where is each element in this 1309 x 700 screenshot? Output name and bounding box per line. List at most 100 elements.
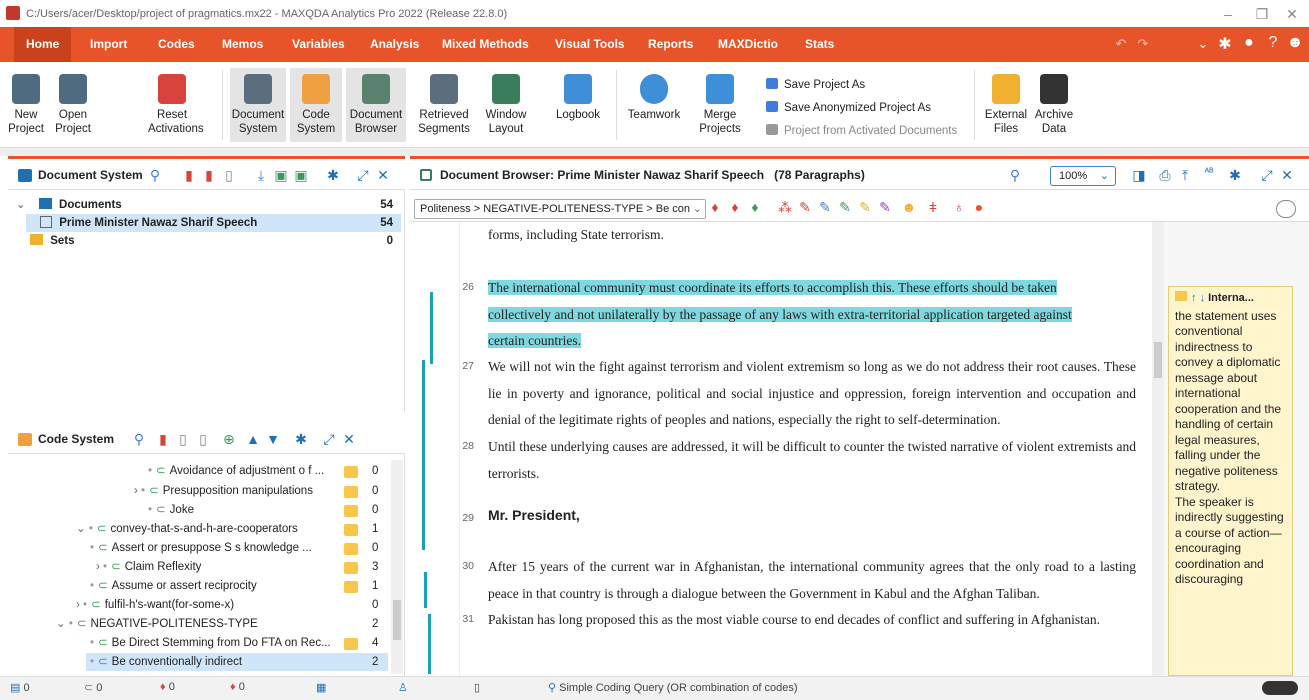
undock-icon[interactable]: ⤢ xyxy=(354,167,372,184)
file-icon[interactable]: ▯ xyxy=(474,681,480,694)
comment-box[interactable]: ↑ ↓ Interna... the statement uses conven… xyxy=(1168,286,1293,676)
undock-icon[interactable]: ⤢ xyxy=(320,431,338,448)
restore-icon[interactable]: ❐ xyxy=(1252,6,1272,23)
code-filter-icon[interactable]: ▯ xyxy=(174,431,192,448)
export-icon[interactable]: ⤒ xyxy=(1176,167,1194,184)
settings-icon[interactable]: ✱ xyxy=(324,167,342,184)
status-codes[interactable]: ⊂ 0 xyxy=(84,681,102,694)
tab-import[interactable]: Import xyxy=(78,27,139,62)
memo-icon[interactable] xyxy=(344,581,358,593)
redo-icon[interactable]: ↷ xyxy=(1132,36,1154,52)
memo-icon[interactable] xyxy=(344,562,358,574)
activate-codes-icon[interactable]: ▮ xyxy=(154,431,172,448)
reset-activations-button[interactable]: Reset Activations xyxy=(148,74,204,136)
tree-row-speech[interactable]: Prime Minister Nawaz Sharif Speech 54 xyxy=(26,214,401,232)
night-mode-toggle[interactable] xyxy=(1262,681,1298,695)
coding-stripe[interactable] xyxy=(430,292,433,364)
tab-stats[interactable]: Stats xyxy=(793,27,846,62)
undock-icon[interactable]: ⤢ xyxy=(1258,167,1276,184)
tab-memos[interactable]: Memos xyxy=(210,27,275,62)
scroll-thumb[interactable] xyxy=(1154,342,1162,378)
document-system-button[interactable]: Document System xyxy=(230,68,286,142)
close-icon[interactable]: ✕ xyxy=(1278,167,1296,184)
project-from-activated-button[interactable]: Project from Activated Documents xyxy=(766,124,957,137)
code-system-button[interactable]: Code System xyxy=(290,68,342,142)
highlighter-yellow-icon[interactable]: ✎ xyxy=(856,199,874,216)
teamwork-button[interactable]: Teamwork xyxy=(624,74,684,122)
coding-stripe[interactable] xyxy=(422,360,425,550)
open-project-button[interactable]: Open Project xyxy=(52,74,94,136)
undo-icon[interactable]: ↶ xyxy=(1110,36,1132,52)
zoom-select[interactable]: 100% ⌄ xyxy=(1050,166,1116,186)
code-row[interactable]: › • ⊂ Claim Reflexity xyxy=(96,558,348,576)
move-up-icon[interactable]: ▲ xyxy=(244,431,262,447)
code-row[interactable]: • ⊂ Assert or presuppose S s knowledge ... xyxy=(90,539,348,557)
text-scrollbar[interactable] xyxy=(1152,222,1164,676)
tab-variables[interactable]: Variables xyxy=(280,27,357,62)
code-row[interactable]: › • ⊂ fulfil-h's-want(for-some-x) xyxy=(76,596,348,614)
memo-icon[interactable] xyxy=(344,524,358,536)
user-icon[interactable]: ♙ xyxy=(398,681,408,694)
close-icon[interactable]: ✕ xyxy=(374,167,392,184)
save-project-as-button[interactable]: Save Project As xyxy=(766,78,865,91)
highlighter-green-icon[interactable]: ✎ xyxy=(836,199,854,216)
search-icon[interactable]: ⚲ xyxy=(1006,167,1024,184)
document-text[interactable]: forms, including State terrorism. 26 The… xyxy=(460,222,1150,676)
comment-icon[interactable]: ● xyxy=(970,199,988,215)
tab-home[interactable]: Home xyxy=(14,27,72,62)
arrow-up-icon[interactable]: ↑ xyxy=(1191,292,1197,304)
code-scrollbar[interactable] xyxy=(391,460,403,674)
code-row[interactable]: • ⊂ Joke xyxy=(148,501,348,519)
code-icon[interactable]: ♦ xyxy=(706,199,724,215)
new-project-button[interactable]: New Project xyxy=(6,74,46,136)
highlighter-red-icon[interactable]: ✎ xyxy=(796,199,814,216)
code-row[interactable]: ⌄ • ⊂ NEGATIVE-POLITENESS-TYPE xyxy=(56,615,348,633)
status-docs[interactable]: ▤ 0 xyxy=(10,681,30,694)
document-browser-button[interactable]: Document Browser xyxy=(346,68,406,142)
tab-codes[interactable]: Codes xyxy=(146,27,207,62)
status-activated[interactable]: ♦ 0 xyxy=(160,681,175,693)
code-row[interactable]: › • ⊂ Presupposition manipulations xyxy=(134,482,348,500)
memo-icon[interactable] xyxy=(344,486,358,498)
close-icon[interactable]: ✕ xyxy=(1282,6,1302,23)
code-combo[interactable]: Politeness > NEGATIVE-POLITENESS-TYPE > … xyxy=(414,199,706,219)
minimize-icon[interactable]: – xyxy=(1218,6,1238,22)
settings-icon[interactable]: ✱ xyxy=(1226,167,1244,184)
deactivate-icon[interactable]: ▮ xyxy=(200,167,218,184)
memo-icon[interactable] xyxy=(344,543,358,555)
external-files-button[interactable]: External Files xyxy=(982,74,1030,136)
emoticode-icon[interactable]: ⁂ xyxy=(776,199,794,216)
archive-data-button[interactable]: Archive Data xyxy=(1032,74,1076,136)
code-doc-icon[interactable]: ▯ xyxy=(194,431,212,448)
toggle-switch[interactable] xyxy=(1276,200,1296,218)
move-down-icon[interactable]: ▼ xyxy=(264,431,282,447)
chevron-down-icon[interactable]: ⌄ xyxy=(1192,36,1214,52)
coding-stripe[interactable] xyxy=(428,614,431,674)
logbook-button[interactable]: Logbook xyxy=(550,74,606,122)
activate-icon[interactable]: ▮ xyxy=(180,167,198,184)
code-row[interactable]: • ⊂ Assume or assert reciprocity xyxy=(90,577,348,595)
tab-analysis[interactable]: Analysis xyxy=(358,27,431,62)
link-icon[interactable]: ♁ xyxy=(950,199,968,215)
import-icon[interactable]: ⤓ xyxy=(252,167,270,184)
code-row[interactable]: • ⊂ Avoidance of adjustment o f ... xyxy=(148,462,348,480)
tab-maxdictio[interactable]: MAXDictio xyxy=(706,27,790,62)
emoji-icon[interactable]: ☻ xyxy=(900,199,918,215)
coding-stripe[interactable] xyxy=(424,572,427,608)
tree-row-documents[interactable]: ⌄ Documents 54 xyxy=(16,196,401,214)
symbol-icon[interactable]: ǂ xyxy=(924,199,942,215)
scroll-thumb[interactable] xyxy=(393,600,401,640)
doc-icon[interactable]: ▯ xyxy=(220,167,238,184)
gear-icon[interactable]: ✱ xyxy=(1214,34,1236,54)
new-doc-icon[interactable]: ▣ xyxy=(272,167,290,184)
save-anonymized-button[interactable]: Save Anonymized Project As xyxy=(766,101,931,114)
window-layout-button[interactable]: Window Layout xyxy=(478,74,534,136)
help-icon[interactable]: ? xyxy=(1262,34,1284,52)
retrieved-segments-button[interactable]: Retrieved Segments xyxy=(416,74,472,136)
chat-icon[interactable]: ● xyxy=(1238,34,1260,52)
status-activated-2[interactable]: ♦ 0 xyxy=(230,681,245,693)
highlighter-blue-icon[interactable]: ✎ xyxy=(816,199,834,216)
new-code-icon[interactable]: ⊕ xyxy=(220,431,238,448)
user-icon[interactable]: ☻ xyxy=(1284,34,1306,52)
weight-icon[interactable]: ▦ xyxy=(316,681,326,694)
